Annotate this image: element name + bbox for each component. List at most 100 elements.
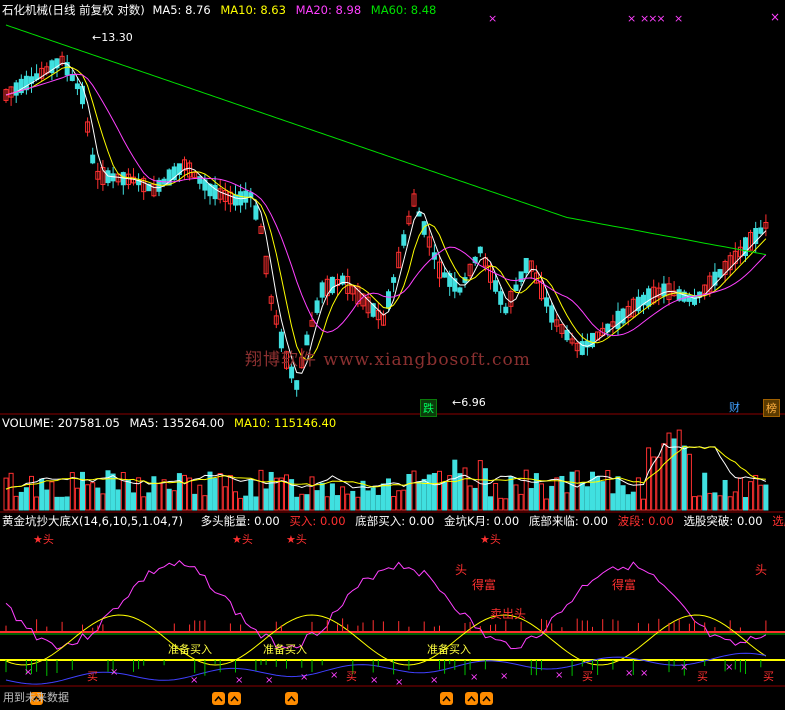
volume-bar bbox=[681, 445, 687, 511]
tag-buy-4: 买 bbox=[697, 670, 708, 683]
magenta-x-marker: × bbox=[625, 668, 633, 679]
volume-bar bbox=[498, 497, 504, 511]
volume-bar bbox=[462, 467, 468, 511]
volume-bar bbox=[222, 486, 228, 511]
dibu-buy-value: 0.00 bbox=[408, 514, 435, 528]
volume-bar bbox=[590, 471, 595, 511]
volume-bar bbox=[421, 478, 427, 511]
magenta-x-marker: × bbox=[430, 675, 438, 686]
volume-bar bbox=[13, 495, 19, 511]
chart-stage: × × × × × × × × × × × × × × × × × 石化机械(日线 前复权 对数) MA5: 8… bbox=[0, 0, 785, 710]
volume-bar bbox=[324, 496, 330, 511]
volume-bar bbox=[477, 460, 483, 511]
volume-label: VOLUME: bbox=[2, 416, 55, 430]
candle-body bbox=[197, 176, 203, 184]
magenta-x-marker: × bbox=[555, 670, 563, 681]
volume-bar bbox=[34, 496, 40, 511]
candle-body bbox=[493, 280, 499, 292]
volume-bar bbox=[482, 468, 488, 511]
chevron-up-marker bbox=[465, 692, 478, 705]
candle-body bbox=[498, 291, 504, 305]
low-price-label: ←6.96 bbox=[452, 396, 486, 409]
candle-body bbox=[304, 334, 310, 346]
volume-bar bbox=[539, 483, 544, 511]
volume-bar bbox=[294, 496, 300, 511]
tag-rich-2: 得富 bbox=[612, 578, 637, 592]
candle-body bbox=[319, 282, 325, 298]
candle-body bbox=[442, 272, 448, 278]
jinkeng-label: 金坑K月: bbox=[444, 514, 490, 528]
dibu-come-value: 0.00 bbox=[582, 514, 608, 528]
volume-bar bbox=[518, 493, 524, 511]
dibu-buy-label: 底部买入: bbox=[355, 514, 406, 528]
volume-bar bbox=[743, 497, 748, 511]
watermark: 翔博软件 www.xiangbosoft.com bbox=[245, 350, 531, 370]
volume-bar bbox=[370, 487, 376, 511]
vol-ma5-label: MA5: bbox=[129, 416, 159, 430]
volume-bar bbox=[411, 470, 417, 511]
event-tag-cai[interactable]: 财 bbox=[727, 399, 742, 415]
volume-bar bbox=[212, 478, 218, 511]
candle-body bbox=[549, 305, 555, 323]
volume-bar bbox=[115, 489, 121, 511]
magenta-x-marker: × bbox=[235, 675, 243, 686]
magenta-x-marker: × bbox=[680, 662, 688, 673]
volume-bar bbox=[467, 485, 473, 511]
indicator-blue-line bbox=[5, 652, 766, 685]
magenta-x-marker: × bbox=[395, 677, 403, 688]
volume-bar bbox=[431, 473, 437, 511]
volume-bar bbox=[233, 491, 238, 511]
ma5-line bbox=[5, 62, 767, 374]
volume-bar bbox=[227, 475, 233, 511]
volume-bar bbox=[712, 492, 718, 511]
candle-body bbox=[523, 257, 529, 274]
candle-body bbox=[294, 380, 300, 390]
volume-bar bbox=[120, 471, 126, 511]
candle-body bbox=[23, 75, 29, 91]
volume-bar bbox=[263, 488, 269, 511]
volume-bar bbox=[610, 493, 616, 511]
ma10-value: 8.63 bbox=[260, 3, 286, 17]
volume-bar bbox=[452, 459, 458, 511]
magenta-x-marker: × bbox=[500, 671, 508, 682]
event-tag-die[interactable]: 跌 bbox=[420, 399, 437, 417]
volume-bar bbox=[661, 443, 667, 511]
volume-bar bbox=[85, 484, 91, 511]
volume-bar bbox=[335, 495, 340, 511]
volume-bar bbox=[131, 492, 136, 511]
top-mark-3: ××× bbox=[640, 12, 666, 25]
candle-body bbox=[80, 85, 85, 105]
event-tag-bang[interactable]: 榜 bbox=[763, 399, 780, 417]
volume-bar bbox=[544, 498, 550, 511]
candle-body bbox=[90, 154, 96, 164]
volume-bar bbox=[758, 484, 764, 511]
volume-bar bbox=[202, 495, 208, 511]
top-mark-4: × bbox=[674, 12, 684, 25]
candle-body bbox=[615, 310, 621, 330]
magenta-x-marker: × bbox=[24, 667, 32, 678]
volume-bar bbox=[508, 476, 514, 511]
bodu-label: 波段: bbox=[617, 514, 645, 528]
volume-bar bbox=[39, 478, 45, 511]
duotou-value: 0.00 bbox=[254, 514, 280, 528]
volume-bar bbox=[248, 479, 254, 511]
volume-bar bbox=[748, 481, 754, 511]
volume-bar bbox=[549, 485, 555, 511]
volume-bar bbox=[171, 490, 177, 511]
volume-bar bbox=[686, 453, 692, 511]
volume-bar bbox=[278, 477, 284, 511]
tag-head-star-4: ★头 bbox=[480, 533, 501, 546]
ma10-label: MA10: bbox=[220, 3, 257, 17]
indicator-magenta-line bbox=[5, 560, 767, 650]
ma60-value: 8.48 bbox=[410, 3, 437, 17]
volume-bar bbox=[284, 474, 289, 511]
candle-body bbox=[692, 295, 697, 305]
magenta-x-marker: × bbox=[370, 675, 378, 686]
volume-bar bbox=[579, 482, 585, 511]
candle-body bbox=[758, 227, 764, 234]
volume-bar bbox=[74, 487, 80, 511]
volume-bar bbox=[635, 477, 641, 511]
ma60-line bbox=[5, 24, 766, 256]
volume-bar bbox=[554, 477, 560, 511]
volume-bar bbox=[166, 488, 172, 511]
